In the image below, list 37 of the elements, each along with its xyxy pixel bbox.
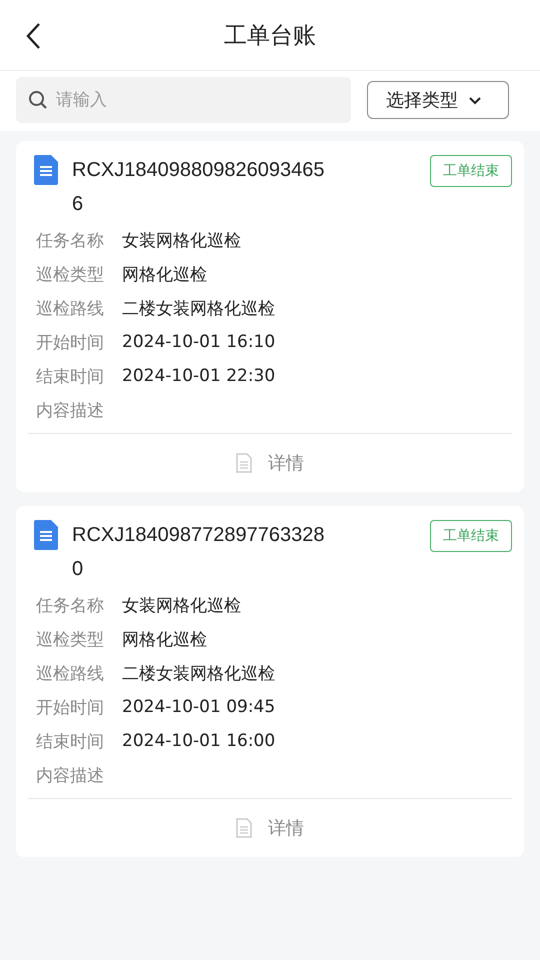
field-label: 内容描述 — [36, 400, 104, 422]
field-value: 女装网格化巡检 — [122, 594, 241, 616]
field-label: 任务名称 — [36, 230, 104, 252]
field-value: 网格化巡检 — [122, 628, 207, 650]
field-value: 2024-10-01 16:00 — [122, 731, 276, 751]
file-icon — [236, 453, 252, 473]
field-value: 二楼女装网格化巡检 — [122, 298, 275, 320]
chevron-down-icon — [468, 96, 482, 104]
status-tag: 工单结束 — [430, 520, 512, 552]
field-label: 开始时间 — [36, 696, 104, 718]
document-icon — [34, 520, 58, 550]
field-label: 内容描述 — [36, 764, 104, 786]
field-label: 结束时间 — [36, 366, 104, 388]
details-button[interactable]: 详情 — [230, 815, 310, 841]
field-value: 二楼女装网格化巡检 — [122, 662, 275, 684]
page-title: 工单台账 — [224, 22, 316, 50]
field-value: 女装网格化巡检 — [122, 230, 241, 252]
file-icon — [236, 818, 252, 838]
status-tag: 工单结束 — [430, 155, 512, 187]
document-icon — [34, 155, 58, 185]
field-value: 2024-10-01 16:10 — [122, 332, 276, 352]
field-value: 2024-10-01 22:30 — [122, 366, 276, 386]
field-value: 2024-10-01 09:45 — [122, 697, 276, 717]
field-label: 巡检类型 — [36, 264, 104, 286]
field-label: 巡检类型 — [36, 628, 104, 650]
type-dropdown[interactable]: 选择类型 — [367, 81, 509, 119]
field-label: 巡检路线 — [36, 298, 104, 320]
search-field[interactable]: 请输入 — [16, 77, 351, 123]
field-label: 结束时间 — [36, 730, 104, 752]
order-number: RCXJ1840988098260934656 — [72, 158, 326, 217]
field-label: 巡检路线 — [36, 662, 104, 684]
search-icon — [28, 90, 48, 110]
field-value: 网格化巡检 — [122, 264, 207, 286]
field-label: 任务名称 — [36, 594, 104, 616]
order-number: RCXJ1840987728977633280 — [72, 523, 326, 582]
field-label: 开始时间 — [36, 332, 104, 354]
details-button[interactable]: 详情 — [230, 450, 310, 476]
